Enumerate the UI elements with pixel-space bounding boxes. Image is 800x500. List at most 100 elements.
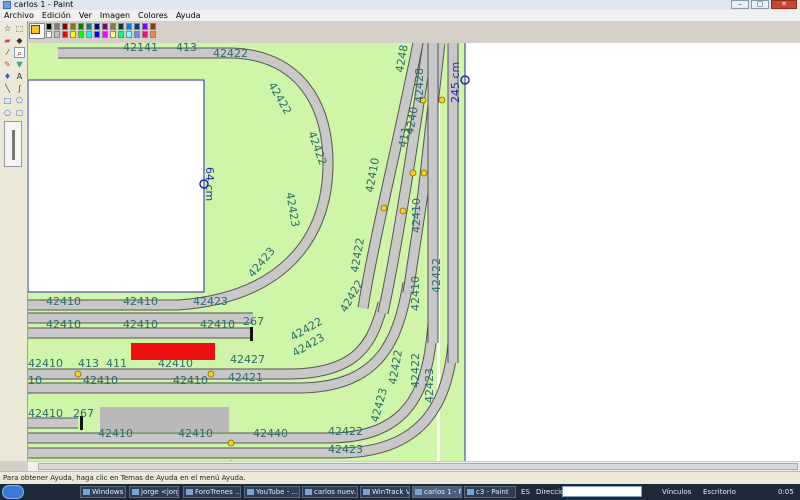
scrollbar-thumb[interactable]: [38, 463, 798, 470]
taskbar-item[interactable]: Windows Li...: [80, 486, 126, 498]
menu-colores[interactable]: Colores: [134, 10, 172, 21]
color-swatch[interactable]: [86, 23, 92, 30]
color-swatch[interactable]: [54, 31, 60, 38]
magnifier-tool-icon[interactable]: ⌕: [14, 47, 25, 58]
track-label: 42422: [213, 47, 248, 60]
inner-white-area: [28, 79, 205, 293]
polygon-tool-icon[interactable]: ⬠: [14, 95, 25, 106]
taskbar-item-active[interactable]: carlos 1 - P...: [412, 486, 462, 498]
color-swatch[interactable]: [62, 23, 68, 30]
eraser-tool-icon[interactable]: ▰: [2, 35, 13, 46]
track-label: 42423: [423, 368, 436, 403]
menu-ayuda[interactable]: Ayuda: [172, 10, 205, 21]
color-swatch[interactable]: [94, 31, 100, 38]
color-swatch[interactable]: [118, 23, 124, 30]
rounded-rectangle-tool-icon[interactable]: ▢: [14, 107, 25, 118]
color-palette: [27, 21, 157, 41]
desktop-label[interactable]: Escritorio: [703, 485, 736, 499]
taskbar-item[interactable]: WinTrack V...: [360, 486, 410, 498]
color-swatch[interactable]: [54, 23, 60, 30]
ellipse-tool-icon[interactable]: ○: [2, 107, 13, 118]
menu-imagen[interactable]: Imagen: [96, 10, 134, 21]
start-button[interactable]: [2, 485, 24, 499]
maximize-button[interactable]: □: [751, 0, 769, 9]
track-label: 413: [78, 357, 99, 370]
pencil-tool-icon[interactable]: ✎: [2, 59, 13, 70]
airbrush-tool-icon[interactable]: ♦: [2, 71, 13, 82]
current-colors[interactable]: [29, 23, 45, 39]
color-swatch[interactable]: [78, 23, 84, 30]
color-swatch[interactable]: [110, 23, 116, 30]
taskbar-item[interactable]: ForoTrenes ...: [183, 486, 241, 498]
color-swatch[interactable]: [70, 23, 76, 30]
color-swatch[interactable]: [46, 23, 52, 30]
tool-options-box[interactable]: [4, 121, 22, 167]
brush-tool-icon[interactable]: ▼: [14, 59, 25, 70]
picker-tool-icon[interactable]: ⁄: [2, 47, 13, 58]
track-label: 42422: [328, 425, 363, 438]
color-swatch[interactable]: [142, 23, 148, 30]
color-swatch[interactable]: [78, 31, 84, 38]
taskbar-item[interactable]: carlos nuev...: [302, 486, 358, 498]
color-swatch[interactable]: [118, 31, 124, 38]
window-title: carlos 1 - Paint: [14, 0, 74, 9]
color-swatch[interactable]: [134, 31, 140, 38]
color-swatch[interactable]: [134, 23, 140, 30]
color-swatch[interactable]: [126, 23, 132, 30]
color-swatch[interactable]: [142, 31, 148, 38]
track-label: 42410: [409, 276, 422, 311]
menu-archivo[interactable]: Archivo: [0, 10, 38, 21]
color-swatch[interactable]: [46, 31, 52, 38]
window-icon: [363, 489, 370, 495]
minimize-button[interactable]: –: [731, 0, 749, 9]
track-label: 42410: [158, 357, 193, 370]
menu-ver[interactable]: Ver: [75, 10, 96, 21]
window-icon: [467, 489, 474, 495]
track-label: 42410: [173, 374, 208, 387]
track-label: 42428: [413, 68, 426, 103]
color-swatch[interactable]: [70, 31, 76, 38]
fill-tool-icon[interactable]: ◆: [14, 35, 25, 46]
taskbar-item[interactable]: c3 - Paint: [464, 486, 516, 498]
title-bar: carlos 1 - Paint – □ ✕: [0, 0, 800, 10]
text-tool-icon[interactable]: A: [14, 71, 25, 82]
language-indicator[interactable]: ES: [521, 485, 530, 499]
address-input[interactable]: [562, 486, 642, 497]
color-swatch[interactable]: [94, 23, 100, 30]
buffer-stop-1: [250, 327, 253, 341]
menu-bar: Archivo Edición Ver Imagen Colores Ayuda: [0, 10, 800, 21]
taskbar-item[interactable]: YouTube - ...: [244, 486, 300, 498]
color-swatch[interactable]: [62, 31, 68, 38]
toolbox: ☆ ⬚ ▰ ◆ ⁄ ⌕ ✎ ▼ ♦ A ╲ ∫ □ ⬠ ○ ▢: [0, 21, 28, 461]
track-label: 42422: [430, 258, 443, 293]
color-swatch[interactable]: [102, 31, 108, 38]
color-swatch[interactable]: [150, 31, 156, 38]
line-tool-icon[interactable]: ╲: [2, 83, 13, 94]
track-label: 42410: [28, 357, 63, 370]
free-select-tool-icon[interactable]: ☆: [2, 23, 13, 34]
rectangle-tool-icon[interactable]: □: [2, 95, 13, 106]
color-swatch[interactable]: [150, 23, 156, 30]
track-label: 267: [243, 315, 264, 328]
measure-label-left: 64 cm: [203, 167, 216, 201]
track-label: 42410: [83, 374, 118, 387]
track-label: 42427: [230, 353, 265, 366]
drawing-canvas[interactable]: 42141 413 42422 42422 42422 4248 42423 4…: [28, 43, 800, 461]
curve-tool-icon[interactable]: ∫: [14, 83, 25, 94]
color-swatch[interactable]: [126, 31, 132, 38]
color-swatch[interactable]: [86, 31, 92, 38]
select-tool-icon[interactable]: ⬚: [14, 23, 25, 34]
track-label: 42410: [28, 407, 63, 420]
window-icon: [132, 489, 139, 495]
status-text: Para obtener Ayuda, haga clic en Temas d…: [3, 474, 246, 482]
menu-edicion[interactable]: Edición: [38, 10, 75, 21]
track-label: 413: [176, 43, 197, 54]
window-icon: [305, 489, 312, 495]
window-controls: – □ ✕: [731, 0, 797, 10]
color-swatch[interactable]: [110, 31, 116, 38]
track-label: 42440: [253, 427, 288, 440]
links-label[interactable]: Vínculos: [662, 485, 691, 499]
close-button[interactable]: ✕: [771, 0, 797, 9]
color-swatch[interactable]: [102, 23, 108, 30]
taskbar-item[interactable]: jorge <jorg...: [129, 486, 179, 498]
